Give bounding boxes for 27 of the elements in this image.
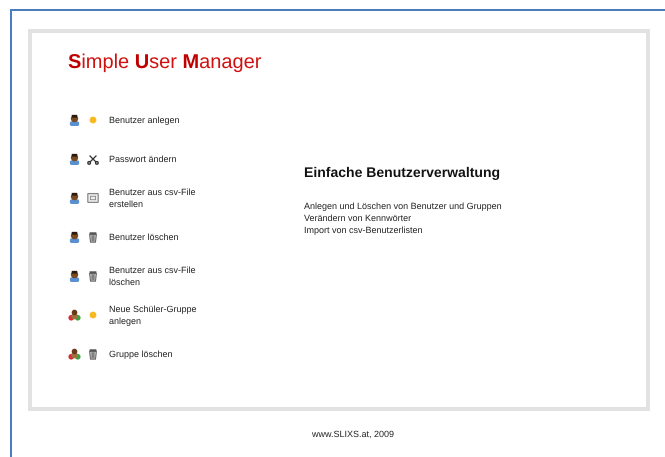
trash-icon [87, 270, 99, 282]
menu-link[interactable]: Gruppe löschen [109, 348, 219, 360]
user-icon [68, 191, 81, 204]
user-icon [68, 269, 81, 282]
user-icon [68, 152, 81, 165]
menu-link[interactable]: Benutzer aus csv-File löschen [109, 264, 219, 288]
menu-link[interactable]: Neue Schüler-Gruppe anlegen [109, 302, 219, 326]
group-icon [68, 347, 81, 360]
intro-heading: Einfache Benutzerverwaltung [304, 164, 502, 180]
user-icon [68, 113, 81, 126]
sun-icon [87, 114, 99, 126]
menu-link[interactable]: Benutzer aus csv-File erstellen [109, 186, 219, 210]
scissors-icon [87, 152, 99, 164]
menu-link[interactable]: Benutzer löschen [109, 230, 219, 242]
group-icon [68, 308, 81, 321]
menu-link[interactable]: Passwort ändern [109, 152, 219, 164]
footer-text: www.SLIXS.at, 2009 [310, 429, 396, 439]
menu-link[interactable]: Benutzer anlegen [109, 114, 219, 126]
user-icon [68, 230, 81, 243]
app-title: Simple User Manager [68, 51, 262, 74]
file-icon [87, 192, 99, 204]
feature-text: Import von csv-Benutzerlisten [304, 224, 424, 236]
trash-icon [87, 230, 99, 242]
feature-text: Verändern von Kennwörter [304, 212, 412, 224]
trash-icon [87, 348, 99, 360]
sun-icon [87, 308, 99, 320]
feature-text: Anlegen und Löschen von Benutzer und Gruppen [304, 200, 502, 212]
